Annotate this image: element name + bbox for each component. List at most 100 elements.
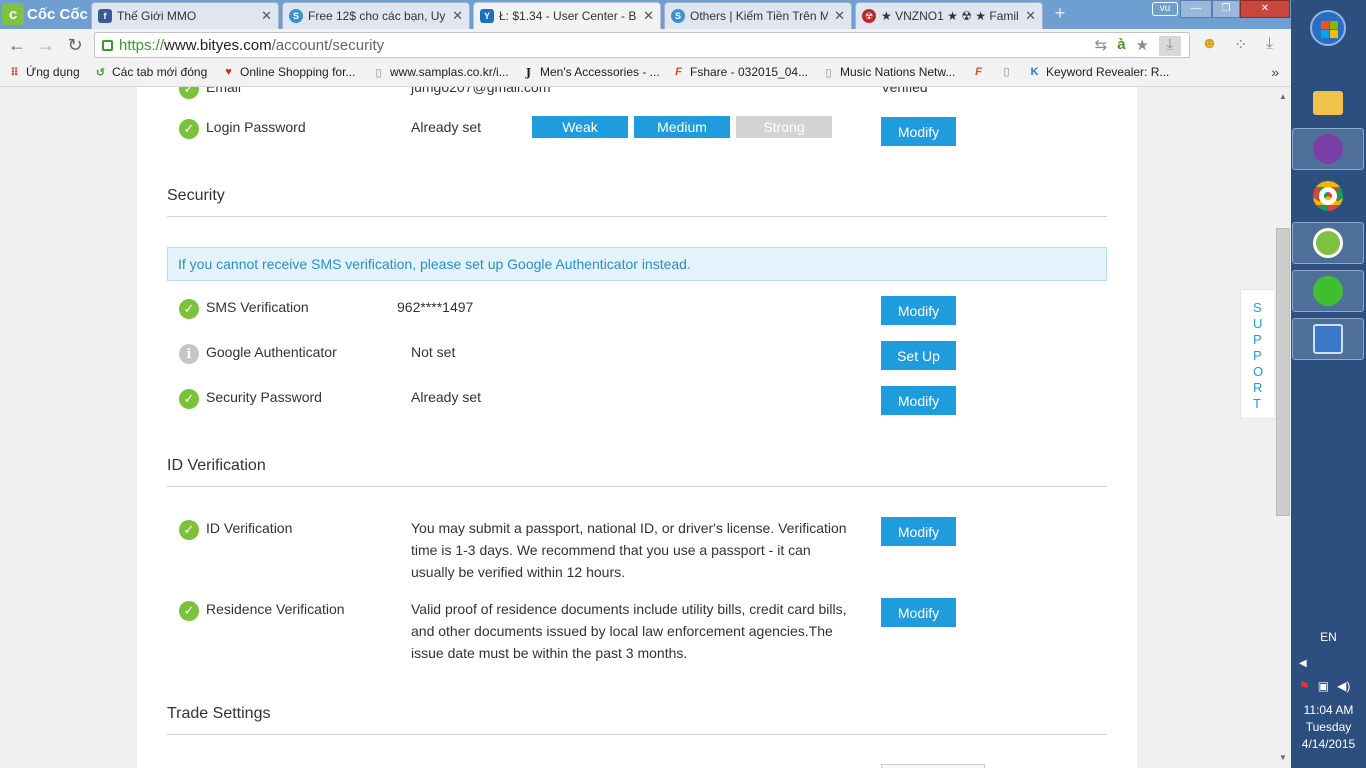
language-indicator[interactable]: EN [1291,630,1366,644]
bookmark-fshare-icon-only[interactable]: F [972,65,985,78]
system-tray: EN ◀ ⚑ ▣ ◀) 11:04 AM Tuesday 4/14/2015 [1291,620,1366,751]
bookmark-fshare[interactable]: F Fshare - 032015_04... [672,65,808,79]
modify-sms-button[interactable]: Modify [881,296,956,325]
google-authenticator-value: Not set [411,344,456,360]
tab-free12[interactable]: S Free 12$ cho các bạn, Uy t ✕ [282,2,470,29]
site-s-icon: S [671,9,685,23]
tab-others[interactable]: S Others | Kiếm Tiền Trên M ✕ [664,2,852,29]
address-bar[interactable]: https://www.bityes.com/account/security … [94,32,1190,58]
support-letter: P [1253,348,1262,363]
modify-security-password-button[interactable]: Modify [881,386,956,415]
taskbar-chrome[interactable] [1292,175,1364,217]
bookmark-mens-accessories[interactable]: J Men's Accessories - ... [522,65,660,79]
browser-toolbar: ← → ↻ https://www.bityes.com/account/sec… [0,29,1291,61]
minimize-icon[interactable]: — [1180,0,1212,18]
scroll-up-icon[interactable]: ▲ [1275,90,1291,104]
browser-logo[interactable]: c Cốc Cốc [0,0,88,28]
modify-residence-verification-button[interactable]: Modify [881,598,956,627]
tab-close-icon[interactable]: ✕ [261,8,272,24]
chrome-icon [1313,181,1343,211]
url-text[interactable]: https://www.bityes.com/account/security [119,37,384,54]
reload-icon[interactable]: ↻ [65,34,85,56]
show-hidden-icons-icon[interactable]: ◀ [1299,658,1307,669]
page-viewport: ✓ Email jumgo207@gmail.com Verified ✓ Lo… [0,87,1275,768]
bookmark-music-nations[interactable]: ▯ Music Nations Netw... [822,65,955,79]
extension-emoji-icon[interactable]: ☻ [1201,35,1218,53]
modify-login-password-button[interactable]: Modify [881,117,956,146]
strength-medium: Medium [634,116,730,138]
check-icon: ✓ [179,87,199,99]
setup-google-authenticator-button[interactable]: Set Up [881,341,956,370]
tab-close-icon[interactable]: ✕ [643,8,654,24]
sms-notice: If you cannot receive SMS verification, … [167,247,1107,281]
trade-settings-section-title: Trade Settings [167,705,271,722]
action-center-icon[interactable]: ⚑ [1299,679,1310,693]
id-verification-description: You may submit a passport, national ID, … [411,520,847,580]
taskbar-remote-desktop[interactable] [1292,318,1364,360]
bookmark-label: Keyword Revealer: R... [1046,65,1170,79]
support-letter: S [1253,300,1262,315]
bookmark-samplas[interactable]: ▯ www.samplas.co.kr/i... [372,65,508,79]
scroll-thumb[interactable] [1276,228,1290,516]
bookmark-recent-tabs[interactable]: ↺ Các tab mới đóng [94,65,207,79]
sms-verification-label: SMS Verification [206,299,309,315]
keyword-revealer-icon: K [1030,66,1039,78]
tab-user-center[interactable]: Y Ł: $1.34 - User Center - Bit ✕ [473,2,661,29]
bookmark-blank[interactable]: ▯ [1000,65,1013,78]
close-window-icon[interactable]: ✕ [1240,0,1290,18]
fshare-icon: F [975,65,982,78]
user-profile-badge[interactable]: vu [1152,2,1178,16]
support-tab[interactable]: S U P P O R T [1240,289,1274,419]
trade-settings-toggle[interactable] [881,764,985,768]
strength-weak: Weak [532,116,628,138]
bookmark-label: Music Nations Netw... [840,65,956,79]
bookmark-star-icon[interactable]: ★ [1136,36,1149,56]
section-divider [167,216,1107,217]
tab-vnzno1[interactable]: ☢ ★ VNZNO1 ★ ☢ ★ Famil ✕ [855,2,1043,29]
vietnamese-input-icon[interactable]: à [1117,36,1125,56]
clock-day[interactable]: Tuesday [1291,720,1366,734]
maximize-icon[interactable]: ❐ [1212,0,1240,18]
clock-time[interactable]: 11:04 AM [1291,703,1366,717]
bookmark-online-shopping[interactable]: ♥ Online Shopping for... [222,65,355,79]
section-divider [167,734,1107,735]
network-icon[interactable]: ▣ [1318,679,1329,693]
scroll-down-icon[interactable]: ▼ [1275,751,1291,765]
translate-icon[interactable]: ⇆ [1095,36,1108,56]
info-icon: i [179,344,199,364]
browser-chrome: c Cốc Cốc f Thế Giới MMO ✕ S Free 12$ ch… [0,0,1291,87]
taskbar-yahoo-messenger[interactable] [1292,128,1364,170]
extension-grid-icon[interactable]: ⁘ [1234,35,1247,55]
taskbar-explorer[interactable] [1292,82,1364,124]
clock-date[interactable]: 4/14/2015 [1291,737,1366,751]
download-page-icon[interactable]: ⤓ [1159,36,1181,56]
tab-close-icon[interactable]: ✕ [834,8,845,24]
new-tab-icon[interactable]: + [1050,4,1070,22]
start-button[interactable] [1302,8,1354,52]
back-arrow-icon[interactable]: ← [7,34,27,56]
page-scrollbar[interactable]: ▲ ▼ [1275,87,1291,768]
page-icon: ▯ [825,66,832,79]
residence-verification-label: Residence Verification [206,601,345,617]
tab-close-icon[interactable]: ✕ [1025,8,1036,24]
download-icon[interactable]: ⤓ [1266,35,1273,53]
taskbar-coccoc[interactable] [1292,222,1364,264]
bookmark-apps[interactable]: ⠿ Ứng dụng [8,65,80,79]
tab-title: Others | Kiếm Tiền Trên M [690,9,829,23]
apps-grid-icon: ⠿ [10,66,19,79]
remote-desktop-icon [1313,324,1343,354]
security-password-value: Already set [411,389,482,405]
taskbar-icq[interactable] [1292,270,1364,312]
tab-thegioimmo[interactable]: f Thế Giới MMO ✕ [91,2,279,29]
volume-icon[interactable]: ◀) [1337,679,1350,693]
coccoc-icon [1313,228,1343,258]
page-icon: ▯ [375,66,382,79]
forward-arrow-icon[interactable]: → [36,34,56,56]
strength-strong: Strong [736,116,832,138]
bookmark-label: Ứng dụng [26,65,80,79]
tab-close-icon[interactable]: ✕ [452,8,463,24]
bookmark-keyword-revealer[interactable]: K Keyword Revealer: R... [1028,65,1170,79]
bookmarks-overflow-icon[interactable]: » [1271,64,1279,80]
tab-title: Thế Giới MMO [117,9,197,23]
modify-id-verification-button[interactable]: Modify [881,517,956,546]
